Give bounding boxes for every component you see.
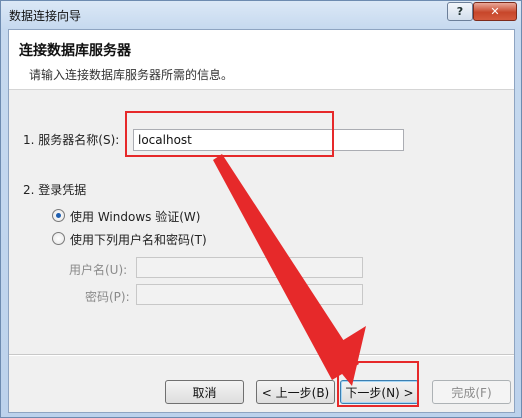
annotation-arrow <box>213 154 366 386</box>
